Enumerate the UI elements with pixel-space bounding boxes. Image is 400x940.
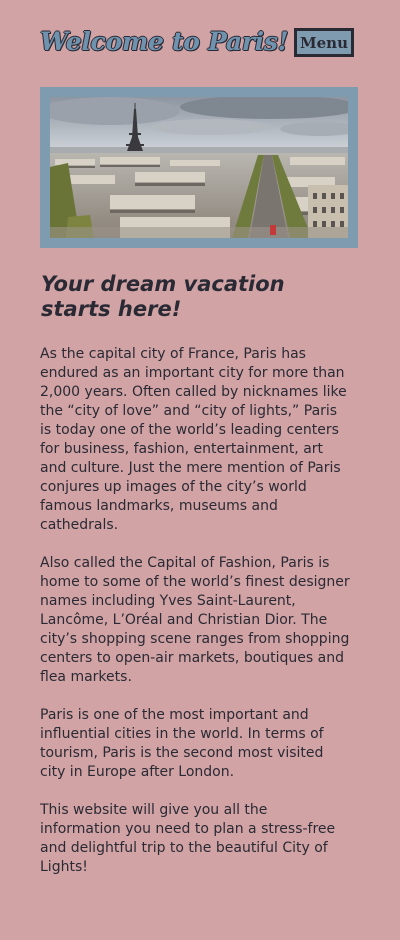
hero-image bbox=[50, 97, 348, 238]
paragraph-website: This website will give you all the infor… bbox=[40, 802, 336, 875]
paris-skyline-image bbox=[50, 97, 348, 238]
article-content: As the capital city of France, Paris has… bbox=[40, 345, 350, 896]
header: Welcome to Paris! Menu bbox=[40, 0, 360, 88]
paragraph-tourism: Paris is one of the most important and i… bbox=[40, 707, 324, 780]
site-title: Welcome to Paris! bbox=[40, 27, 289, 56]
page-heading: Your dream vacation starts here! bbox=[41, 272, 285, 321]
paragraph-fashion: Also called the Capital of Fashion, Pari… bbox=[40, 555, 350, 685]
page: Welcome to Paris! Menu Your dream vacati… bbox=[40, 0, 360, 875]
menu-button[interactable]: Menu bbox=[294, 28, 354, 57]
hero-frame bbox=[40, 87, 358, 248]
paragraph-intro: As the capital city of France, Paris has… bbox=[40, 346, 347, 533]
